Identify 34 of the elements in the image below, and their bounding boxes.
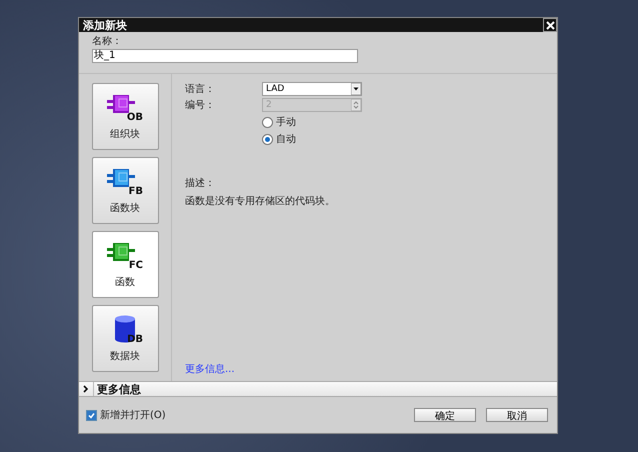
numbering-radio[interactable]: 手动 xyxy=(262,115,557,129)
radio-button[interactable] xyxy=(262,116,273,128)
description-text: 函数是没有专用存储区的代码块。 xyxy=(185,196,336,208)
block-code: FC xyxy=(128,260,143,270)
block-type-tile[interactable]: FC 函数 xyxy=(92,231,158,298)
block-type-label: 函数 xyxy=(115,276,135,288)
number-label: 编号： xyxy=(185,98,216,112)
close-button[interactable] xyxy=(543,18,557,32)
name-label: 名称： xyxy=(92,36,123,48)
block-type-tile[interactable]: FB 函数块 xyxy=(92,157,158,224)
block-type-label: 组织块 xyxy=(110,128,140,140)
more-info-link[interactable]: 更多信息... xyxy=(185,362,557,376)
block-type-label: 数据块 xyxy=(110,350,140,362)
block-type-tile[interactable]: OB 组织块 xyxy=(92,83,158,150)
checkbox[interactable] xyxy=(86,410,97,420)
spinner-icon xyxy=(351,99,361,111)
block-code: FB xyxy=(128,186,143,196)
language-dropdown[interactable]: LAD xyxy=(262,82,362,96)
block-code: OB xyxy=(126,112,143,122)
chevron-icon xyxy=(83,385,89,393)
dialog-title: 添加新块 xyxy=(83,18,127,32)
open-after-add-checkbox[interactable]: 新增并打开(O) xyxy=(86,408,166,422)
name-input-field[interactable]: 块_1 xyxy=(92,49,358,63)
check-icon xyxy=(88,412,95,418)
radio-button[interactable] xyxy=(262,134,273,144)
dialog-button[interactable]: 确定 xyxy=(414,408,476,422)
description-label: 描述： xyxy=(185,178,216,190)
dropdown-arrow-icon xyxy=(351,83,361,95)
dialog-button[interactable]: 取消 xyxy=(486,408,548,422)
numbering-radio[interactable]: 自动 xyxy=(262,132,557,146)
block-type-label: 函数块 xyxy=(110,202,140,214)
close-icon xyxy=(546,20,554,30)
language-label: 语言： xyxy=(185,82,216,96)
more-info-expander[interactable]: 更多信息 xyxy=(79,381,557,397)
